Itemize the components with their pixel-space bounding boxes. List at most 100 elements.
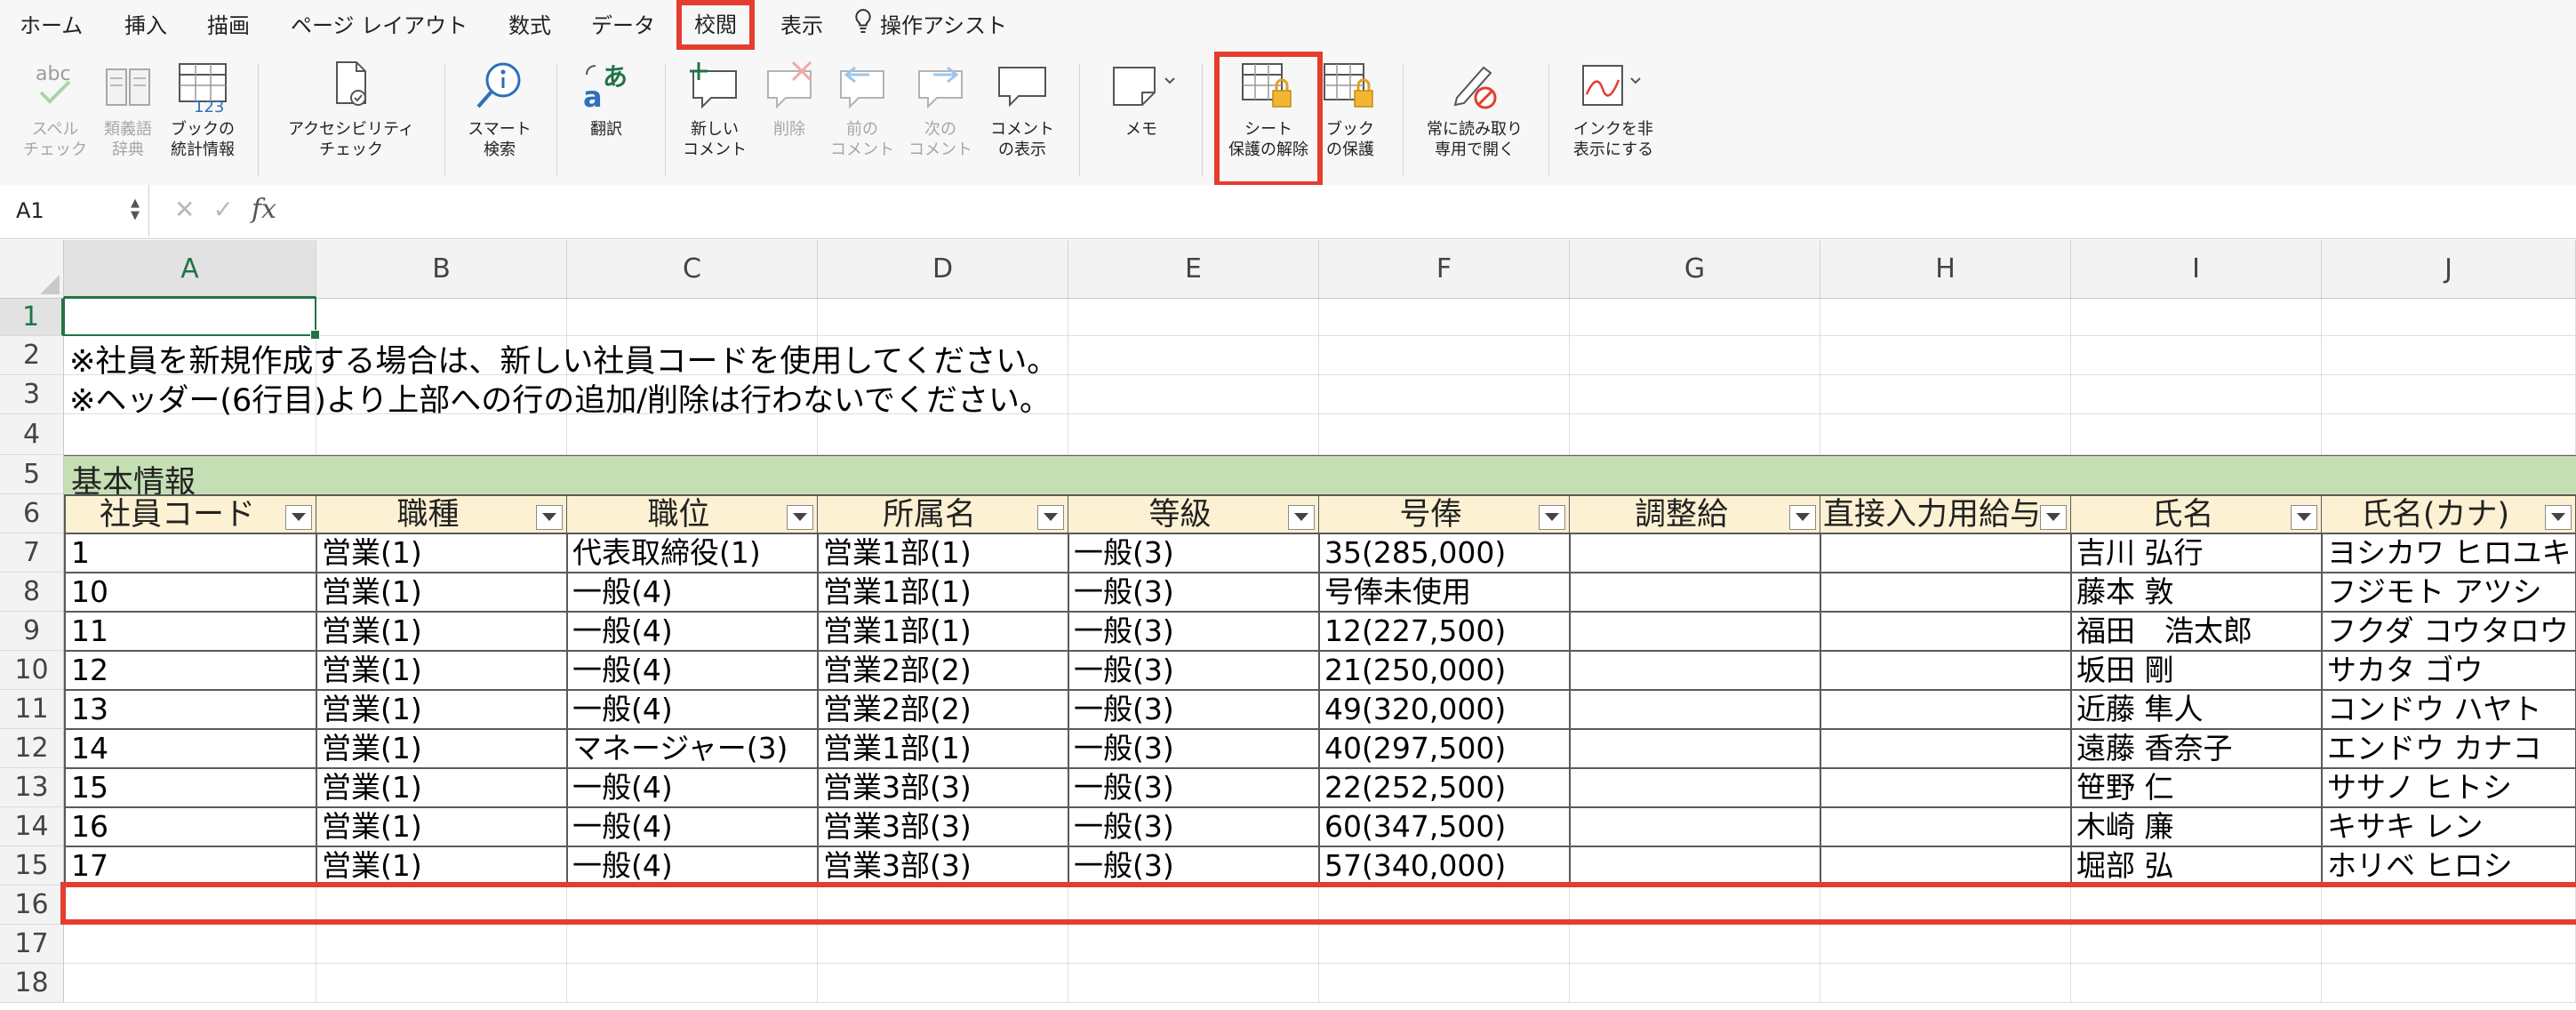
- row-header-15[interactable]: 15: [0, 846, 64, 886]
- name-box-spinner-icon[interactable]: ▲ ▼: [131, 197, 140, 222]
- cell[interactable]: [1068, 414, 1319, 455]
- table-cell[interactable]: 営業(1): [316, 807, 568, 847]
- filter-dropdown-icon[interactable]: [1539, 505, 1565, 530]
- cell[interactable]: [316, 964, 567, 1003]
- table-cell[interactable]: 一般(3): [1068, 612, 1320, 652]
- cell[interactable]: [2071, 414, 2322, 455]
- cell[interactable]: [316, 299, 567, 336]
- filter-dropdown-icon[interactable]: [2545, 505, 2572, 530]
- table-cell[interactable]: [1570, 651, 1821, 691]
- cell[interactable]: [1319, 964, 1570, 1003]
- translate-button[interactable]: aあ 翻訳: [569, 59, 644, 140]
- tab-insert[interactable]: 挿入: [124, 7, 167, 44]
- selected-cell-a1[interactable]: [63, 297, 320, 340]
- table-cell[interactable]: 一般(3): [1068, 533, 1320, 573]
- row-header-11[interactable]: 11: [0, 690, 64, 729]
- column-header-j[interactable]: J: [2322, 240, 2576, 299]
- table-cell[interactable]: [1820, 846, 2072, 886]
- table-cell[interactable]: 号俸未使用: [1319, 573, 1571, 613]
- table-cell[interactable]: 営業3部(3): [818, 846, 1069, 886]
- column-header-h[interactable]: H: [1820, 240, 2071, 299]
- table-cell[interactable]: 営業(1): [316, 690, 568, 730]
- table-cell[interactable]: 営業(1): [316, 729, 568, 769]
- table-cell[interactable]: 一般(4): [567, 846, 819, 886]
- cell[interactable]: [1319, 299, 1570, 336]
- table-cell[interactable]: 営業(1): [316, 573, 568, 613]
- cell[interactable]: [1319, 375, 1570, 414]
- column-header-f[interactable]: F: [1319, 240, 1570, 299]
- cell[interactable]: [1319, 414, 1570, 455]
- row-header-9[interactable]: 9: [0, 612, 64, 651]
- tab-home[interactable]: ホーム: [20, 7, 83, 44]
- table-cell[interactable]: 57(340,000): [1319, 846, 1571, 886]
- table-cell[interactable]: 営業1部(1): [818, 612, 1069, 652]
- cancel-icon[interactable]: ✕: [174, 195, 195, 224]
- table-cell[interactable]: 藤本 敦: [2071, 573, 2323, 613]
- table-cell[interactable]: [1570, 533, 1821, 573]
- table-cell[interactable]: 15: [64, 768, 317, 808]
- table-cell[interactable]: フクダ コウタロウ: [2322, 612, 2576, 652]
- row-header-6[interactable]: 6: [0, 494, 64, 533]
- table-cell[interactable]: 一般(4): [567, 612, 819, 652]
- cell[interactable]: [1570, 299, 1820, 336]
- table-cell[interactable]: 一般(3): [1068, 807, 1320, 847]
- table-cell[interactable]: [1820, 533, 2072, 573]
- table-cell[interactable]: 坂田 剛: [2071, 651, 2323, 691]
- table-cell[interactable]: 13: [64, 690, 317, 730]
- table-cell[interactable]: 営業(1): [316, 533, 568, 573]
- filter-dropdown-icon[interactable]: [1288, 505, 1315, 530]
- cell[interactable]: [2071, 375, 2322, 414]
- hide-ink-button[interactable]: インクを非 表示にする: [1564, 59, 1662, 160]
- table-cell[interactable]: フジモト アツシ: [2322, 573, 2576, 613]
- cell[interactable]: [2071, 925, 2322, 964]
- row-header-10[interactable]: 10: [0, 651, 64, 690]
- column-header-b[interactable]: B: [316, 240, 567, 299]
- table-cell[interactable]: コンドウ ハヤト: [2322, 690, 2576, 730]
- table-cell[interactable]: 一般(4): [567, 690, 819, 730]
- cell[interactable]: [818, 925, 1068, 964]
- table-cell[interactable]: [1570, 729, 1821, 769]
- filter-dropdown-icon[interactable]: [285, 505, 312, 530]
- table-cell[interactable]: 一般(3): [1068, 729, 1320, 769]
- spelling-button[interactable]: abc スペル チェック: [12, 59, 98, 160]
- cell[interactable]: [818, 299, 1068, 336]
- cell[interactable]: [567, 964, 818, 1003]
- table-cell[interactable]: ササノ ヒトシ: [2322, 768, 2576, 808]
- cell[interactable]: [1570, 375, 1820, 414]
- cell[interactable]: [1570, 414, 1820, 455]
- cell[interactable]: [1068, 964, 1319, 1003]
- table-cell[interactable]: 10: [64, 573, 317, 613]
- table-cell[interactable]: 堀部 弘: [2071, 846, 2323, 886]
- table-cell[interactable]: ホリベ ヒロシ: [2322, 846, 2576, 886]
- row-header-3[interactable]: 3: [0, 375, 64, 414]
- cell[interactable]: [1820, 336, 2071, 375]
- table-cell[interactable]: 一般(3): [1068, 651, 1320, 691]
- column-header-g[interactable]: G: [1570, 240, 1820, 299]
- row-header-13[interactable]: 13: [0, 768, 64, 807]
- table-cell[interactable]: [1820, 768, 2072, 808]
- tab-review[interactable]: 校閲: [676, 0, 755, 50]
- cell[interactable]: [1570, 964, 1820, 1003]
- confirm-icon[interactable]: ✓: [212, 195, 233, 224]
- row-header-16[interactable]: 16: [0, 886, 64, 925]
- table-cell[interactable]: 木崎 廉: [2071, 807, 2323, 847]
- cell[interactable]: [2322, 964, 2576, 1003]
- table-cell[interactable]: [1570, 768, 1821, 808]
- row-header-12[interactable]: 12: [0, 729, 64, 768]
- cell[interactable]: [2322, 375, 2576, 414]
- table-cell[interactable]: 営業(1): [316, 768, 568, 808]
- cell[interactable]: [1570, 925, 1820, 964]
- column-header-d[interactable]: D: [818, 240, 1068, 299]
- table-cell[interactable]: 代表取締役(1): [567, 533, 819, 573]
- name-box[interactable]: A1 ▲ ▼: [0, 185, 149, 236]
- cell[interactable]: [64, 925, 316, 964]
- tab-page-layout[interactable]: ページ レイアウト: [291, 7, 468, 44]
- filter-dropdown-icon[interactable]: [1789, 505, 1816, 530]
- always-open-read-only-button[interactable]: 常に読み取り 専用で開く: [1417, 59, 1532, 160]
- table-cell[interactable]: 35(285,000): [1319, 533, 1571, 573]
- column-header-i[interactable]: I: [2071, 240, 2322, 299]
- table-cell[interactable]: 21(250,000): [1319, 651, 1571, 691]
- cell[interactable]: [1820, 299, 2071, 336]
- row-header-7[interactable]: 7: [0, 533, 64, 573]
- select-all-corner[interactable]: [0, 240, 64, 299]
